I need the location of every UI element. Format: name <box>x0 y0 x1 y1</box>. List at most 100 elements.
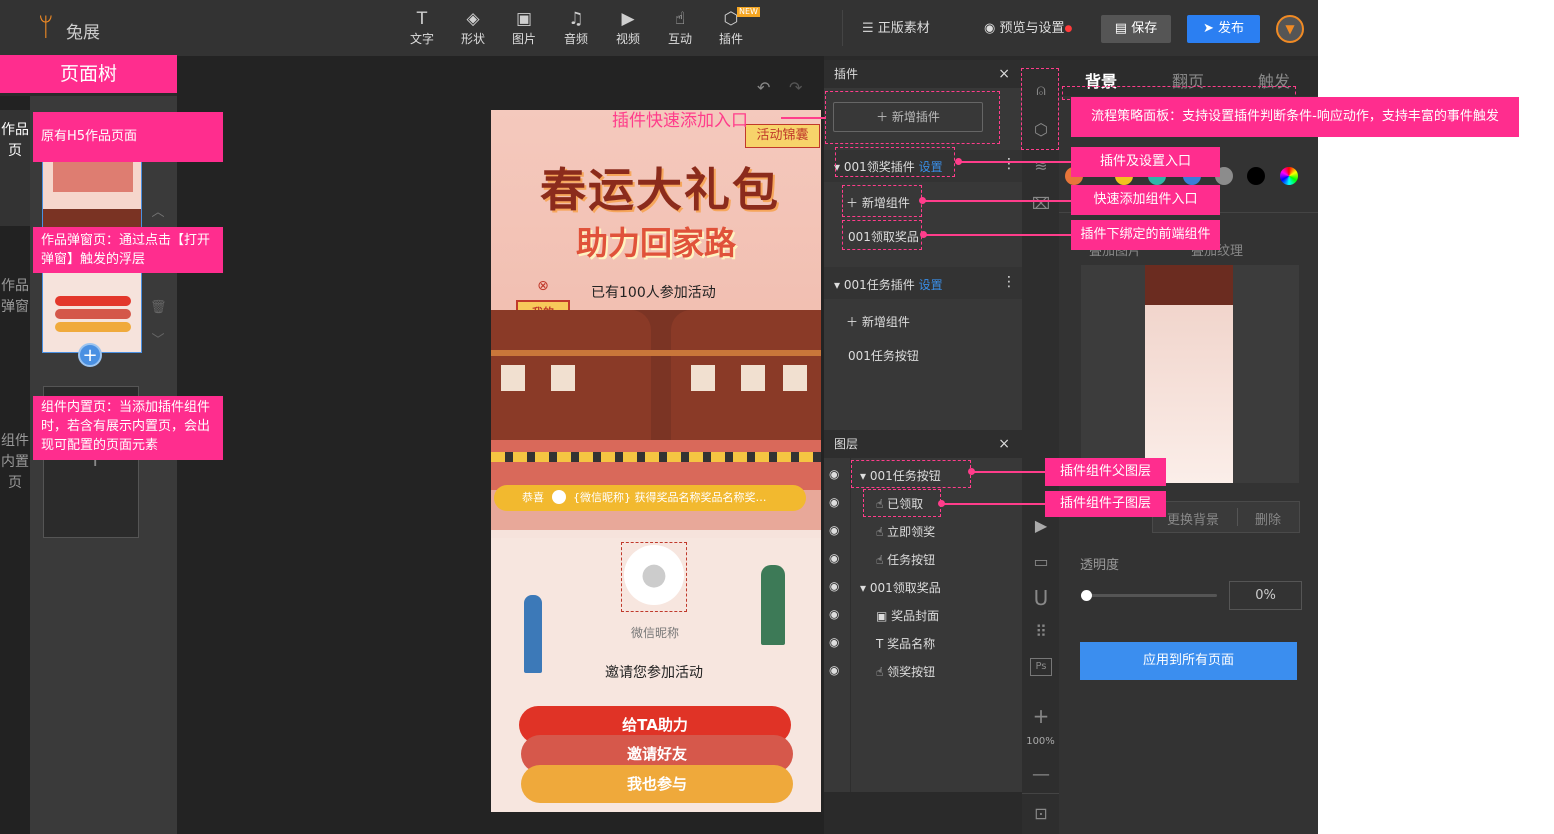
eye-icon[interactable]: ◉ <box>829 495 839 509</box>
opacity-knob[interactable] <box>1081 590 1092 601</box>
layer-item[interactable]: ☝ 任务按钮 <box>876 551 935 568</box>
annotation-line <box>781 117 826 119</box>
tool-audio[interactable]: ♫ 音频 <box>556 8 596 47</box>
comment-icon[interactable]: ⊡ <box>1030 804 1052 823</box>
eye-icon[interactable]: ◉ <box>829 635 839 649</box>
annotation-popup-page: 作品弹窗页：通过点击【打开弹窗】触发的浮层 <box>33 227 223 273</box>
traveler-figure-left <box>524 595 542 673</box>
page-tree-title: 页面树 <box>0 55 177 93</box>
play-icon[interactable]: ▶ <box>1030 516 1052 535</box>
annotation-quick-add-plugin: 插件快速添加入口 <box>612 111 748 131</box>
highlight-add-plugin <box>825 91 1000 144</box>
crop-icon[interactable]: ⌧ <box>1030 194 1052 213</box>
zoom-out-icon[interactable]: — <box>1030 764 1052 785</box>
traveler-figure-right <box>761 565 785 645</box>
grid-icon[interactable]: ⠿ <box>1030 622 1052 641</box>
logo-text: 兔展 <box>66 23 100 43</box>
plugin-component-item[interactable]: 001任务按钮 <box>848 347 919 364</box>
color-swatch[interactable] <box>1247 167 1265 185</box>
eye-icon[interactable]: ◉ <box>829 579 839 593</box>
tool-video[interactable]: ▶ 视频 <box>608 8 648 47</box>
invite-text: 邀请您参加活动 <box>605 665 703 681</box>
delete-button[interactable]: 删除 <box>1255 509 1281 528</box>
ps-icon[interactable]: Ps <box>1030 658 1052 676</box>
eye-icon[interactable]: ◉ <box>829 523 839 537</box>
eye-icon[interactable]: ◉ <box>829 663 839 677</box>
text-icon: T <box>876 637 888 651</box>
logo[interactable]: ᛘ 兔展 <box>38 12 108 44</box>
undo-icon[interactable]: ↶ <box>757 78 770 97</box>
highlight-add-component <box>842 185 922 217</box>
tab-work-popups[interactable]: 作品弹窗 <box>0 266 30 386</box>
layer-item[interactable]: ☝ 领奖按钮 <box>876 663 935 680</box>
chevron-up-icon[interactable]: ︿ <box>150 196 166 229</box>
layer-item[interactable]: ▾ 001领取奖品 <box>860 579 941 596</box>
tool-interact[interactable]: ☝ 互动 <box>660 8 700 47</box>
join-button[interactable]: 我也参与 <box>521 765 793 803</box>
annotation-parent-layer: 插件组件父图层 <box>1045 458 1166 486</box>
custom-color-icon[interactable] <box>1280 167 1298 185</box>
train-window <box>501 365 525 391</box>
more-icon[interactable]: ⋮ <box>1002 274 1016 290</box>
annotation-quick-add-component: 快速添加组件入口 <box>1071 185 1220 215</box>
annotation-line <box>942 503 1046 505</box>
layers-icon[interactable]: ≋ <box>1030 156 1052 175</box>
tool-plugin[interactable]: ⬡ 插件 NEW <box>711 7 760 47</box>
eye-icon[interactable]: ◉ <box>829 551 839 565</box>
apply-all-pages-button[interactable]: 应用到所有页面 <box>1080 642 1297 680</box>
image-icon: ▣ <box>515 9 533 29</box>
train-illustration <box>491 310 821 440</box>
thumb-btn-rose <box>55 309 131 319</box>
layer-item[interactable]: ☝ 立即领奖 <box>876 523 935 540</box>
annotation-line <box>924 234 1072 236</box>
eye-icon[interactable]: ◉ <box>829 467 839 481</box>
publish-button[interactable]: ➤ 发布 <box>1187 15 1260 43</box>
layer-item[interactable]: T 奖品名称 <box>876 635 935 652</box>
trash-icon[interactable]: 🗑 <box>150 291 167 324</box>
layer-item[interactable]: ▣ 奖品封面 <box>876 607 939 624</box>
annotation-plugin-settings: 插件及设置入口 <box>1071 147 1220 177</box>
replace-background-button[interactable]: 更换背景 <box>1167 509 1219 528</box>
text-icon: T <box>416 9 428 29</box>
annotation-line <box>959 161 1072 163</box>
add-component-button[interactable]: ＋ 新增组件 <box>846 313 910 330</box>
preview-settings-button[interactable]: ◉ 预览与设置● <box>984 15 1072 43</box>
layer-panel-header: 图层 × <box>824 430 1022 458</box>
tab-work-pages[interactable]: 作品页 <box>0 110 30 226</box>
more-icon[interactable]: ⋮ <box>1002 156 1016 172</box>
opacity-input[interactable]: 0% <box>1229 581 1302 610</box>
annotation-child-layer: 插件组件子图层 <box>1045 491 1166 517</box>
caret-down-icon: ▾ <box>834 278 844 292</box>
tab-builtin-pages[interactable]: 组件内置页 <box>0 421 30 561</box>
winner-ticker: 恭喜 {微信昵称} 获得奖品名称奖品名称奖… <box>494 485 806 511</box>
add-page-button[interactable]: + <box>78 343 102 367</box>
highlight-parent-layer <box>851 460 971 488</box>
magnet-icon[interactable]: U <box>1030 586 1052 610</box>
user-placeholder-icon: ● <box>624 545 684 605</box>
background-preview[interactable] <box>1081 265 1299 483</box>
eye-icon[interactable]: ◉ <box>829 607 839 621</box>
close-icon[interactable]: × <box>998 60 1010 88</box>
plugin-name-2[interactable]: ▾ 001任务插件 设置 <box>834 276 943 293</box>
save-button[interactable]: ▤ 保存 <box>1101 15 1171 43</box>
user-avatar[interactable]: ▼ <box>1276 15 1304 43</box>
opacity-slider[interactable] <box>1081 590 1217 601</box>
licensed-assets-button[interactable]: ☰ 正版素材 <box>862 15 930 43</box>
zoom-in-icon[interactable]: + <box>1030 704 1052 728</box>
hand-icon: ☝ <box>876 525 888 539</box>
activity-tips-tag[interactable]: 活动锦囊 <box>745 124 820 148</box>
assets-icon: ☰ <box>862 21 878 36</box>
tool-text[interactable]: T 文字 <box>402 8 442 47</box>
tool-image[interactable]: ▣ 图片 <box>504 8 544 47</box>
music-icon: ♫ <box>568 9 584 29</box>
chevron-down-icon[interactable]: ﹀ <box>150 324 166 357</box>
avatar-frame[interactable]: ● <box>621 542 687 612</box>
train-window <box>783 365 807 391</box>
frame-icon[interactable]: ▭ <box>1030 552 1052 571</box>
redo-icon[interactable]: ↷ <box>789 78 802 97</box>
close-icon[interactable]: × <box>998 430 1010 458</box>
plugin-settings-link[interactable]: 设置 <box>919 278 943 292</box>
caret-down-icon: ▾ <box>860 581 870 595</box>
top-toolbar: ᛘ 兔展 T 文字 ◈ 形状 ▣ 图片 ♫ 音频 ▶ 视频 ☝ 互动 ⬡ 插件 NEW ☰ 正版… <box>0 0 1318 56</box>
tool-shape[interactable]: ◈ 形状 <box>453 8 493 47</box>
